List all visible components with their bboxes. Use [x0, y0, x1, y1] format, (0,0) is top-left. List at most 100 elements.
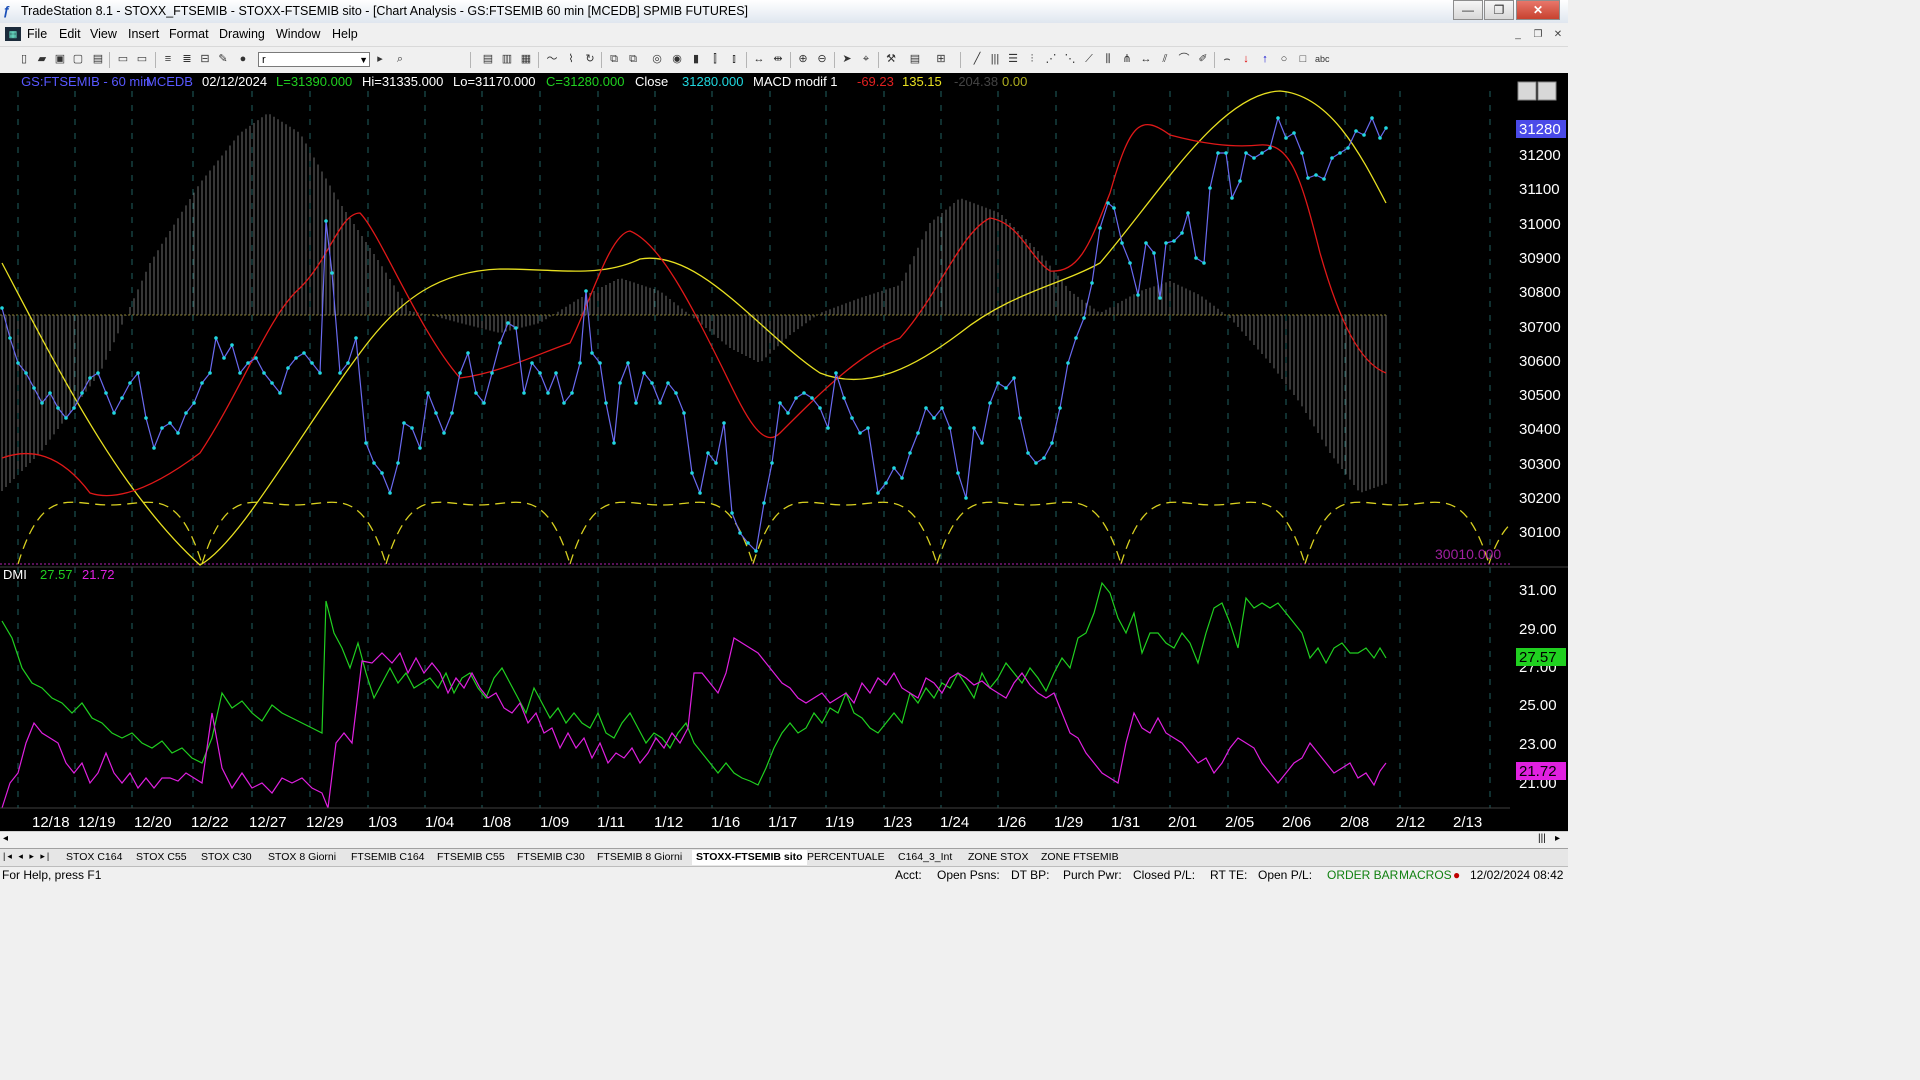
open-workspace-icon[interactable]: ▣ [53, 53, 67, 66]
tools-icon[interactable]: ⚒ [884, 53, 898, 66]
window-list-icon[interactable]: ▤ [481, 53, 495, 66]
arrow-down-icon[interactable]: ↓ [1239, 53, 1253, 66]
ellipse-icon[interactable]: ○ [1277, 53, 1291, 66]
scanner-icon[interactable]: ◉ [670, 53, 684, 66]
horizontal-arrow-icon[interactable]: ↔ [1139, 53, 1153, 66]
zoom-in-icon[interactable]: ⊕ [796, 53, 810, 66]
tab-stox-c30[interactable]: STOX C30 [197, 850, 256, 865]
tab-c164-3-int[interactable]: C164_3_Int [894, 850, 956, 865]
hot-list-icon[interactable]: ▤ [908, 53, 922, 66]
close-button[interactable]: ✕ [1516, 0, 1560, 20]
bar-chart-icon[interactable]: ⌇ [564, 53, 578, 66]
quote-icon[interactable]: ▥ [500, 53, 514, 66]
arrow-up-icon[interactable]: ↑ [1258, 53, 1272, 66]
menu-view[interactable]: View [90, 27, 117, 41]
price-dot [730, 511, 734, 515]
compress-icon[interactable]: ⇹ [771, 53, 785, 66]
bar-spacing-icon[interactable]: ↔ [752, 53, 766, 66]
horizontal-lines-icon[interactable]: ☰ [1006, 53, 1020, 66]
vertical-lines-icon[interactable]: ||| [988, 53, 1002, 66]
window-cascade-icon[interactable]: ⧉ [626, 53, 640, 66]
parallel-lines-icon[interactable]: ⫽ [1158, 53, 1172, 66]
lock-icon[interactable]: ⊟ [198, 53, 212, 66]
go-arrow-icon[interactable]: ▸ [373, 53, 387, 66]
chart-window-icon[interactable]: ▦ [5, 27, 21, 41]
menu-edit[interactable]: Edit [59, 27, 81, 41]
trendline-icon[interactable]: ╱ [970, 53, 984, 66]
tab-percentuale[interactable]: PERCENTUALE [803, 850, 889, 865]
symbol-input[interactable]: r ▼ [258, 52, 370, 67]
tab-ftsemib-c55[interactable]: FTSEMIB C55 [433, 850, 509, 865]
chart-analysis-window[interactable]: GS:FTSEMIB - 60 min MCEDB 02/12/2024 L=3… [0, 73, 1568, 831]
menu-help[interactable]: Help [332, 27, 358, 41]
grid-icon[interactable]: ▦ [519, 53, 533, 66]
print-icon[interactable]: ▭ [116, 53, 130, 66]
ohlc-icon[interactable]: ⫾ [727, 53, 741, 66]
save-icon[interactable]: ▤ [91, 53, 105, 66]
bar-type-icon[interactable]: ▮ [689, 53, 703, 66]
minimize-button[interactable]: — [1453, 0, 1483, 20]
gann-fan-icon[interactable]: ⟋ [1082, 53, 1096, 66]
dmi-tick: 29.00 [1519, 621, 1557, 638]
menu-file[interactable]: File [27, 27, 47, 41]
price-dot [924, 406, 928, 410]
freehand-icon[interactable]: ✐ [1196, 53, 1210, 66]
strategy-icon[interactable]: ✎ [216, 53, 230, 66]
tab-ftsemib-c164[interactable]: FTSEMIB C164 [347, 850, 429, 865]
tab-ftsemib-c30[interactable]: FTSEMIB C30 [513, 850, 589, 865]
menu-drawing[interactable]: Drawing [219, 27, 265, 41]
mdi-close-icon[interactable]: ✕ [1550, 27, 1566, 42]
tab-nav-icons[interactable]: |◂ ◂ ▸ ▸| [3, 851, 51, 862]
tab-stoxx-ftsemib-sito[interactable]: STOXX-FTSEMIB sito [692, 850, 807, 865]
new-workspace-icon[interactable]: ▢ [71, 53, 85, 66]
rectangle-icon[interactable]: □ [1296, 53, 1310, 66]
tradestation-app-icon[interactable]: ƒ [3, 3, 17, 19]
window-tile-icon[interactable]: ⧉ [607, 53, 621, 66]
menu-insert[interactable]: Insert [128, 27, 159, 41]
print-preview-icon[interactable]: ▭ [135, 53, 149, 66]
scroll-right-icon[interactable]: ▸ [1555, 833, 1560, 844]
channel-icon[interactable]: ⫶ [1025, 53, 1039, 66]
format-icon[interactable]: ≡ [161, 53, 175, 66]
symbol-lookup-icon[interactable]: ⌕ [393, 53, 407, 66]
open-icon[interactable]: ▰ [35, 53, 49, 66]
mdi-restore-icon[interactable]: ❐ [1530, 27, 1546, 42]
andrews-pitchfork-icon[interactable]: ⋔ [1120, 53, 1134, 66]
pointer-icon[interactable]: ➤ [840, 53, 854, 66]
mdi-minimize-icon[interactable]: _ [1510, 27, 1526, 42]
candlestick-icon[interactable]: ⫿ [708, 53, 722, 66]
tab-ftsemib-8-giorni[interactable]: FTSEMIB 8 Giorni [593, 850, 686, 865]
data-window-icon[interactable]: ⌖ [859, 53, 873, 66]
chevron-down-icon[interactable]: ▼ [359, 53, 368, 68]
zoom-out-icon[interactable]: ⊖ [815, 53, 829, 66]
menu-window[interactable]: Window [276, 27, 320, 41]
tab-zone-ftsemib[interactable]: ZONE FTSEMIB [1037, 850, 1123, 865]
tab-stox-8-giorni[interactable]: STOX 8 Giorni [264, 850, 340, 865]
restore-button[interactable]: ❐ [1484, 0, 1514, 20]
chart-canvas[interactable]: GS:FTSEMIB - 60 min MCEDB 02/12/2024 L=3… [0, 73, 1568, 831]
scroll-mid-icon[interactable]: ||| [1538, 833, 1546, 844]
refresh-icon[interactable]: ↻ [583, 53, 597, 66]
radar-icon[interactable]: ◎ [650, 53, 664, 66]
format-window-icon[interactable]: ≣ [180, 53, 194, 66]
status-order-bar[interactable]: ORDER BAR [1327, 868, 1398, 882]
status-macros[interactable]: MACROS [1399, 868, 1452, 882]
speed-lines-icon[interactable]: ⋱ [1063, 53, 1077, 66]
fib-fan-icon[interactable]: ⋰ [1044, 53, 1058, 66]
indicator-icon[interactable]: ● [236, 53, 250, 66]
curve-icon[interactable]: ⌢ [1220, 53, 1234, 66]
chart-analysis-icon[interactable]: 〜 [545, 53, 559, 66]
tab-zone-stox[interactable]: ZONE STOX [964, 850, 1032, 865]
options-icon[interactable]: ⊞ [934, 53, 948, 66]
fib-time-icon[interactable]: ⫼ [1101, 53, 1115, 66]
subchart-minimize-icon[interactable] [1517, 81, 1537, 101]
tab-stox-c164[interactable]: STOX C164 [62, 850, 126, 865]
tab-stox-c55[interactable]: STOX C55 [132, 850, 191, 865]
menu-format[interactable]: Format [169, 27, 209, 41]
arc-icon[interactable]: ⌒ [1177, 53, 1191, 66]
scroll-left-icon[interactable]: ◂ [3, 833, 8, 844]
text-icon[interactable]: abc [1315, 53, 1330, 66]
new-icon[interactable]: ▯ [17, 53, 31, 66]
horizontal-scrollbar[interactable]: ◂ ||| ▸ [0, 831, 1568, 849]
subchart-restore-icon[interactable] [1537, 81, 1557, 101]
